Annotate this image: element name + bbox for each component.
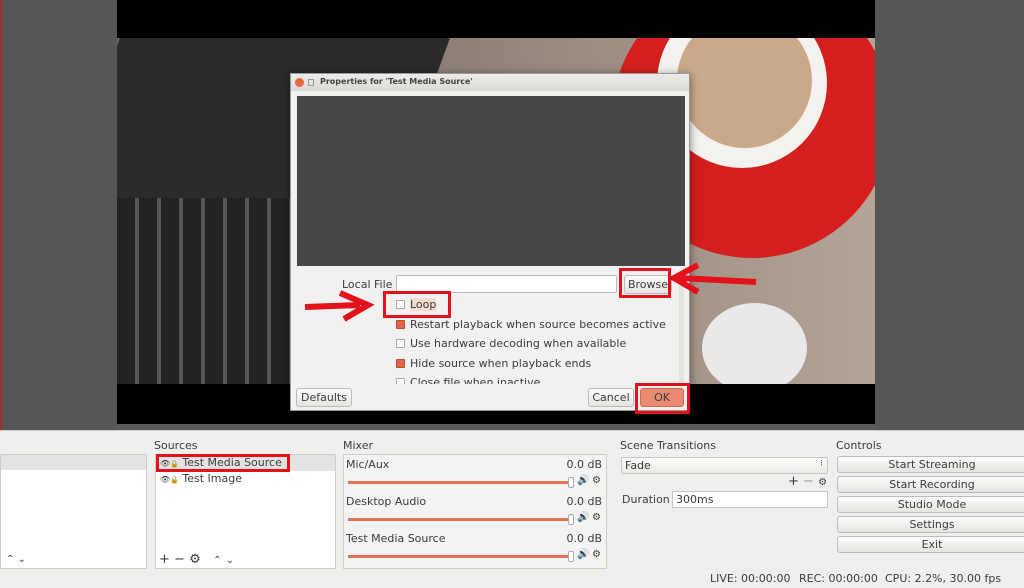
- restart-checkbox[interactable]: Restart playback when source becomes act…: [396, 318, 666, 331]
- sources-title: Sources: [154, 439, 198, 452]
- channel-level: 0.0 dB: [566, 495, 602, 508]
- cancel-button[interactable]: Cancel: [588, 388, 634, 407]
- arrow-to-browse-icon: [668, 262, 757, 295]
- cpu-status: CPU: 2.2%, 30.00 fps: [885, 572, 1002, 585]
- maximize-icon[interactable]: [308, 79, 314, 86]
- speaker-icon[interactable]: 🔊: [577, 475, 589, 486]
- mixer-title: Mixer: [343, 439, 374, 452]
- source-highlight: [156, 454, 290, 472]
- close-icon[interactable]: [295, 78, 304, 87]
- gear-icon[interactable]: ⚙: [592, 512, 601, 523]
- start-recording-button[interactable]: Start Recording: [837, 476, 1024, 493]
- media-preview: [297, 96, 685, 266]
- ok-highlight: [635, 383, 690, 414]
- add-icon[interactable]: +: [788, 474, 799, 489]
- hide-source-checkbox[interactable]: Hide source when playback ends: [396, 357, 591, 370]
- source-toolbar: + − ⚙ ⌃ ⌄: [159, 553, 234, 568]
- select-arrows-icon: ⁝: [820, 459, 823, 469]
- source-item[interactable]: 👁🔒 Test Image: [156, 471, 335, 487]
- gear-icon[interactable]: ⚙: [818, 477, 827, 488]
- scene-area-right: [875, 0, 1024, 430]
- dialog-titlebar: Properties for 'Test Media Source': [291, 74, 689, 91]
- exit-button[interactable]: Exit: [837, 536, 1024, 553]
- studio-mode-button[interactable]: Studio Mode: [837, 496, 1024, 513]
- slider-handle[interactable]: [568, 514, 574, 525]
- transition-select[interactable]: Fade ⁝: [621, 457, 828, 474]
- gear-icon[interactable]: ⚙: [592, 549, 601, 560]
- move-up-icon[interactable]: ⌃: [213, 555, 221, 566]
- defaults-button[interactable]: Defaults: [296, 388, 352, 407]
- volume-slider[interactable]: [348, 481, 572, 484]
- channel-name: Desktop Audio: [346, 495, 427, 508]
- transition-toolbar: + − ⚙: [788, 474, 827, 489]
- scene-move-icons[interactable]: ⌃ ⌄: [6, 554, 26, 565]
- lock-icon[interactable]: 🔒: [170, 476, 179, 484]
- rec-status: REC: 00:00:00: [799, 572, 878, 585]
- gear-icon[interactable]: ⚙: [592, 475, 601, 486]
- properties-dialog: Properties for 'Test Media Source' Local…: [290, 73, 690, 411]
- scene-area-left: [0, 0, 117, 430]
- mixer-panel: Mic/Aux 0.0 dB 🔊 ⚙ Desktop Audio 0.0 dB 🔊…: [343, 454, 607, 569]
- move-down-icon[interactable]: ⌄: [226, 555, 234, 566]
- channel-name: Mic/Aux: [346, 458, 390, 471]
- gear-icon[interactable]: ⚙: [189, 552, 201, 567]
- scenes-list[interactable]: [0, 454, 147, 569]
- live-status: LIVE: 00:00:00: [710, 572, 791, 585]
- transitions-title: Scene Transitions: [620, 439, 716, 452]
- close-file-checkbox[interactable]: Close file when inactive: [396, 376, 540, 384]
- duration-input[interactable]: 300ms: [672, 491, 828, 508]
- duration-label: Duration: [622, 493, 670, 506]
- hw-decoding-checkbox[interactable]: Use hardware decoding when available: [396, 337, 626, 350]
- checkbox[interactable]: [396, 320, 405, 329]
- settings-button[interactable]: Settings: [837, 516, 1024, 533]
- add-icon[interactable]: +: [159, 552, 170, 567]
- remove-icon[interactable]: −: [174, 552, 185, 567]
- slider-handle[interactable]: [568, 551, 574, 562]
- remove-icon[interactable]: −: [803, 474, 814, 489]
- channel-level: 0.0 dB: [566, 532, 602, 545]
- dialog-title: Properties for 'Test Media Source': [320, 77, 473, 86]
- browse-highlight: [619, 268, 671, 298]
- start-streaming-button[interactable]: Start Streaming: [837, 456, 1024, 473]
- eye-icon[interactable]: 👁: [160, 475, 170, 484]
- volume-slider[interactable]: [348, 555, 572, 558]
- checkbox[interactable]: [396, 359, 405, 368]
- channel-name: Test Media Source: [346, 532, 446, 545]
- volume-slider[interactable]: [348, 518, 572, 521]
- checkbox[interactable]: [396, 378, 405, 384]
- speaker-icon[interactable]: 🔊: [577, 549, 589, 560]
- checkbox[interactable]: [396, 339, 405, 348]
- slider-handle[interactable]: [568, 477, 574, 488]
- speaker-icon[interactable]: 🔊: [577, 512, 589, 523]
- arrow-to-loop-icon: [304, 290, 375, 322]
- controls-title: Controls: [836, 439, 882, 452]
- loop-highlight: [383, 291, 451, 318]
- channel-level: 0.0 dB: [566, 458, 602, 471]
